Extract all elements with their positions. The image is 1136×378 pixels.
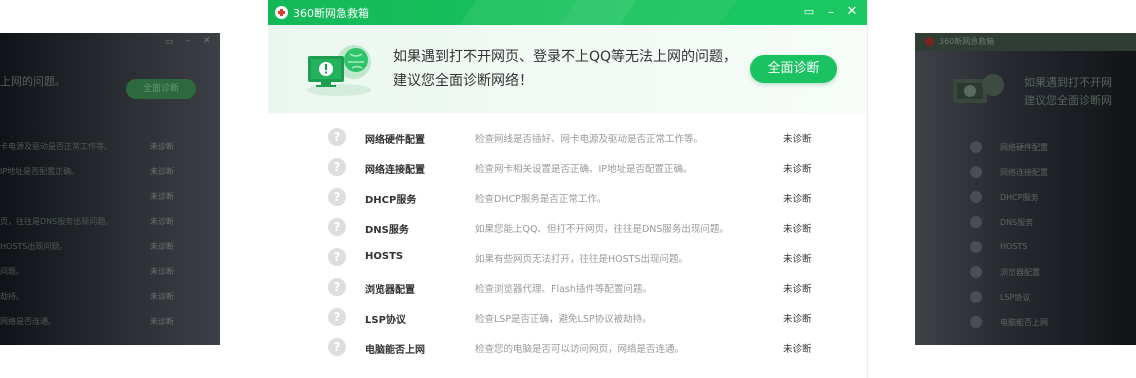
check-description: 如果您能上QQ、但打不开网页，往往是DNS服务出现问题。: [475, 224, 729, 235]
check-row-dhcp: ? DHCP服务 检查DHCP服务是否正常工作。 未诊断: [268, 183, 867, 213]
question-icon: ?: [328, 188, 346, 206]
ghost-question-icon: [970, 216, 982, 228]
ghost-app-icon: [925, 37, 934, 46]
ghost-row-name: 浏览器配置: [1000, 268, 1040, 277]
check-row-hardware: ? 网络硬件配置 检查网线是否插好、网卡电源及驱动是否正常工作等。 未诊断: [268, 123, 867, 153]
ghost-app-title: 360断网急救箱: [939, 37, 995, 46]
ghost-row-text: 劫持。: [0, 292, 24, 301]
ghost-monitor-icon: [953, 74, 1004, 103]
ghost-row-status: 未诊断: [150, 217, 174, 226]
check-row-connection: ? 网络连接配置 检查网卡相关设置是否正确、IP地址是否配置正确。 未诊断: [268, 153, 867, 183]
ghost-hero-line1: 如果遇到打不开网: [1024, 76, 1112, 89]
check-status: 未诊断: [783, 164, 812, 175]
check-row-browser: ? 浏览器配置 检查浏览器代理、Flash插件等配置问题。 未诊断: [268, 273, 867, 303]
check-row-dns: ? DNS服务 如果您能上QQ、但打不开网页，往往是DNS服务出现问题。 未诊断: [268, 213, 867, 243]
ghost-minimize-icon: –: [186, 36, 191, 46]
feedback-icon[interactable]: ▭: [800, 3, 818, 21]
check-name: DHCP服务: [365, 195, 417, 206]
ghost-hero-text: 上网的问题。: [0, 75, 66, 88]
hero-message-line1: 如果遇到打不开网页、登录不上QQ等无法上网的问题，: [393, 49, 738, 65]
ghost-feedback-icon: ▭: [165, 37, 174, 47]
full-diagnose-button[interactable]: 全面诊断: [750, 55, 837, 83]
ghost-question-icon: [970, 266, 982, 278]
check-name: LSP协议: [365, 315, 406, 326]
app-logo-icon: [275, 6, 288, 19]
check-description: 检查浏览器代理、Flash插件等配置问题。: [475, 284, 652, 295]
question-icon: ?: [328, 248, 346, 266]
ghost-question-icon: [970, 241, 982, 253]
app-title: 360断网急救箱: [293, 7, 369, 20]
left-preview-panel: ▭ – ✕ 上网的问题。 全面诊断 卡电源及驱动是否正常工作等。 未诊断 IP地…: [0, 33, 220, 345]
check-status: 未诊断: [783, 254, 812, 265]
ghost-row-name: 网络硬件配置: [1000, 143, 1048, 152]
ghost-row-text: HOSTS出现问题。: [0, 242, 68, 251]
check-description: 检查网卡相关设置是否正确、IP地址是否配置正确。: [475, 164, 693, 175]
ghost-row-name: 网络连接配置: [1000, 168, 1048, 177]
check-description: 检查网线是否插好、网卡电源及驱动是否正常工作等。: [475, 134, 704, 145]
ghost-row-text: IP地址是否配置正确。: [0, 167, 80, 176]
check-name: 浏览器配置: [365, 285, 415, 296]
question-icon: ?: [328, 338, 346, 356]
ghost-row-status: 未诊断: [150, 292, 174, 301]
ghost-row-text: 页，往往是DNS服务出现问题。: [0, 217, 114, 226]
right-preview-panel: 360断网急救箱 如果遇到打不开网 建议您全面诊断网 网络硬件配置 网络连接配置…: [915, 33, 1136, 345]
check-row-internet: ? 电脑能否上网 检查您的电脑是否可以访问网页，网络是否连通。 未诊断: [268, 333, 867, 363]
hero-banner: 如果遇到打不开网页、登录不上QQ等无法上网的问题， 建议您全面诊断网络！ 全面诊…: [268, 25, 867, 113]
ghost-row-status: 未诊断: [150, 167, 174, 176]
question-icon: ?: [328, 218, 346, 236]
network-monitor-icon: [307, 45, 371, 96]
check-row-hosts: ? HOSTS 如果有些网页无法打开，往往是HOSTS出现问题。 未诊断: [268, 243, 867, 273]
check-name: 网络硬件配置: [365, 135, 425, 146]
check-status: 未诊断: [783, 224, 812, 235]
check-name: DNS服务: [365, 225, 409, 236]
check-name: 网络连接配置: [365, 165, 425, 176]
check-name: HOSTS: [365, 251, 404, 262]
main-window: 360断网急救箱 ▭ – ✕ 如果遇到打不开网页、登录不上QQ等无法上网的问题，…: [268, 0, 868, 378]
ghost-row-name: 电脑能否上网: [1000, 318, 1048, 327]
hero-message-line2: 建议您全面诊断网络！: [393, 73, 533, 89]
ghost-question-icon: [970, 166, 982, 178]
ghost-question-icon: [970, 291, 982, 303]
ghost-row-status: 未诊断: [150, 317, 174, 326]
ghost-row-text: 网络是否连通。: [0, 317, 56, 326]
check-status: 未诊断: [783, 134, 812, 145]
ghost-row-status: 未诊断: [150, 192, 174, 201]
ghost-row-status: 未诊断: [150, 142, 174, 151]
ghost-row-name: LSP协议: [1000, 293, 1031, 302]
check-status: 未诊断: [783, 194, 812, 205]
minimize-button[interactable]: –: [822, 3, 840, 21]
check-name: 电脑能否上网: [365, 345, 425, 356]
check-description: 检查DHCP服务是否正常工作。: [475, 194, 607, 205]
check-description: 检查您的电脑是否可以访问网页，网络是否连通。: [475, 344, 685, 355]
ghost-question-icon: [970, 316, 982, 328]
close-button[interactable]: ✕: [843, 3, 861, 21]
check-row-lsp: ? LSP协议 检查LSP是否正确，避免LSP协议被劫持。 未诊断: [268, 303, 867, 333]
ghost-row-status: 未诊断: [150, 267, 174, 276]
check-status: 未诊断: [783, 284, 812, 295]
check-description: 如果有些网页无法打开，往往是HOSTS出现问题。: [475, 254, 688, 265]
question-icon: ?: [328, 278, 346, 296]
ghost-diagnose-button: 全面诊断: [126, 79, 196, 99]
ghost-question-icon: [970, 141, 982, 153]
check-description: 检查LSP是否正确，避免LSP协议被劫持。: [475, 314, 652, 325]
check-status: 未诊断: [783, 344, 812, 355]
question-icon: ?: [328, 128, 346, 146]
title-bar[interactable]: 360断网急救箱 ▭ – ✕: [268, 0, 867, 25]
check-status: 未诊断: [783, 314, 812, 325]
ghost-row-status: 未诊断: [150, 242, 174, 251]
ghost-row-text: 卡电源及驱动是否正常工作等。: [0, 142, 112, 151]
question-icon: ?: [328, 158, 346, 176]
ghost-row-name: DNS服务: [1000, 218, 1034, 227]
title-bar-decoration: [559, 0, 737, 25]
ghost-question-icon: [970, 191, 982, 203]
ghost-row-name: DHCP服务: [1000, 193, 1039, 202]
ghost-close-icon: ✕: [203, 36, 211, 46]
question-icon: ?: [328, 308, 346, 326]
ghost-row-text: 问题。: [0, 267, 24, 276]
ghost-row-name: HOSTS: [1000, 242, 1028, 251]
ghost-hero-line2: 建议您全面诊断网: [1024, 94, 1112, 107]
